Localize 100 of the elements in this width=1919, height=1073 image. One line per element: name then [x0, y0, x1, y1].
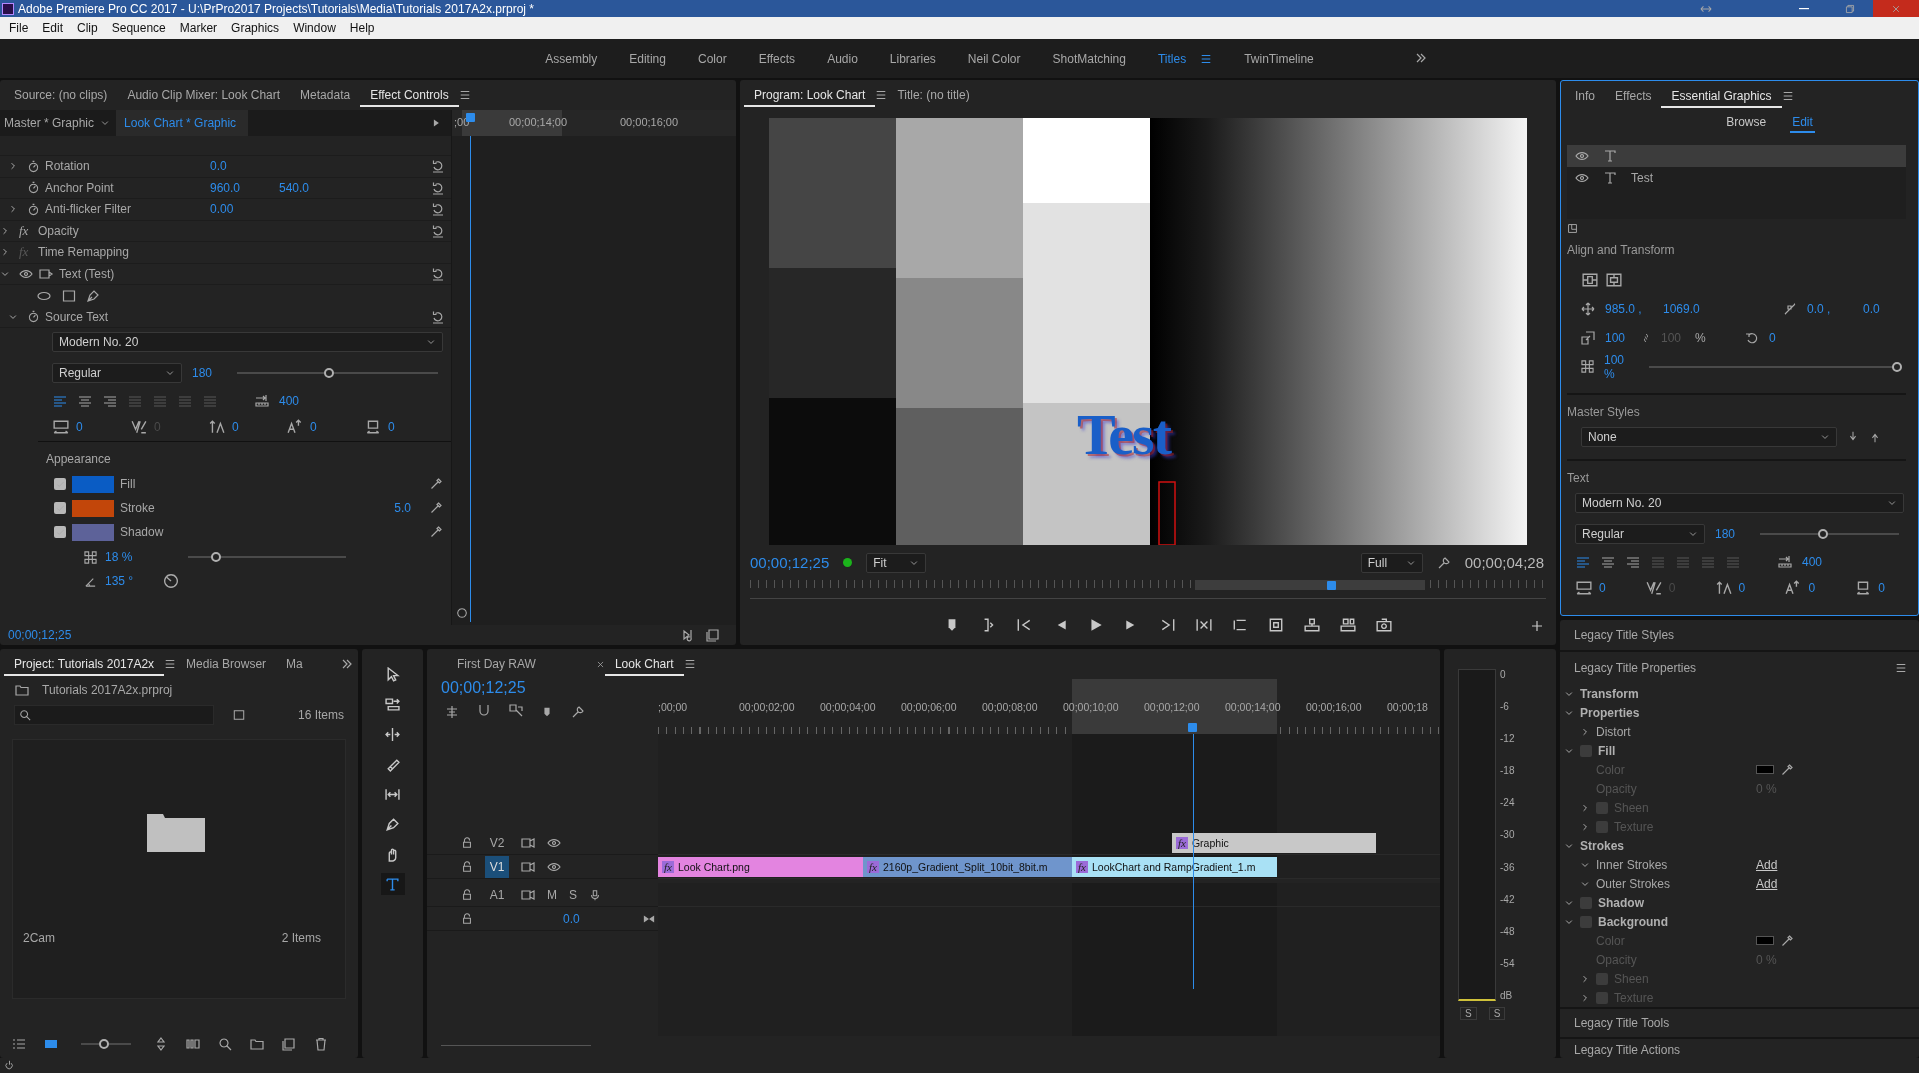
metric-value[interactable]: 0 [1878, 581, 1885, 595]
align-text-icon[interactable] [102, 394, 118, 408]
metric-value[interactable]: 0 [1738, 581, 1746, 595]
chevron-icon[interactable] [1580, 726, 1590, 737]
chevron-icon[interactable] [0, 247, 10, 258]
overflow-icon[interactable] [340, 657, 354, 671]
lock-icon[interactable] [461, 888, 473, 901]
mode-tab[interactable]: Edit [1790, 113, 1815, 133]
color-swatch[interactable] [72, 499, 114, 517]
reset-icon[interactable] [431, 223, 445, 238]
slider-thumb[interactable] [324, 368, 335, 378]
checkbox[interactable] [54, 478, 66, 490]
close-icon[interactable] [595, 659, 605, 669]
lock-icon[interactable] [461, 836, 473, 849]
stopwatch-icon[interactable] [27, 202, 40, 216]
pen-icon[interactable] [86, 288, 100, 303]
panel-header[interactable]: Legacy Title Properties [1574, 661, 1697, 675]
search-field[interactable] [14, 705, 214, 725]
wrench-icon[interactable] [571, 704, 585, 719]
track-label[interactable]: A1 [485, 883, 509, 906]
overflow-icon[interactable] [1414, 51, 1428, 65]
font-size-value[interactable]: 180 [192, 366, 222, 380]
workspace-tab[interactable]: Editing [613, 39, 682, 78]
menu-item[interactable]: Edit [35, 21, 71, 35]
new-layer-icon[interactable] [1567, 223, 1578, 234]
push-up-icon[interactable] [1869, 431, 1881, 443]
shadow-opacity-value[interactable]: 18 % [105, 550, 175, 564]
menu-icon[interactable] [458, 89, 471, 101]
menu-item[interactable]: Window [286, 21, 343, 35]
sync-lock-icon[interactable] [521, 835, 535, 850]
playhead-marker[interactable] [1327, 581, 1336, 591]
panel-header[interactable]: Legacy Title Styles [1560, 620, 1919, 652]
wrench-icon[interactable] [1436, 555, 1451, 570]
workspace-tab[interactable]: Color [681, 39, 743, 78]
clip[interactable]: fx 2160p_Gradient_Split_10bit_8bit.m [863, 857, 1072, 877]
play-in-to-out-icon[interactable] [1196, 617, 1212, 634]
eye-icon[interactable] [1575, 171, 1589, 185]
slider-thumb[interactable] [98, 1039, 109, 1049]
menu-icon[interactable] [875, 89, 888, 101]
align-text-icon[interactable] [1625, 555, 1641, 569]
menu-item[interactable]: Clip [70, 21, 105, 35]
panel-tab[interactable]: Media Browser [176, 652, 277, 676]
rotation-value[interactable]: 0 [1769, 330, 1807, 345]
add-button-icon[interactable] [1530, 618, 1544, 633]
metric-value[interactable]: 0 [76, 420, 83, 434]
panel-tab[interactable]: Title: (no title) [887, 83, 980, 107]
rectangle-mask-icon[interactable] [62, 288, 76, 303]
workspace-tab[interactable]: Assembly [529, 39, 614, 78]
time-ruler[interactable]: ;00;00 00;00;02;00 00;00;04;00 00;00;06;00 00;00;08;00 00;00;10;00 00;00;12;00 00;00;14;00 00;00;16;00 00;00;18 [658, 679, 1440, 734]
slider-thumb[interactable] [1817, 529, 1828, 539]
align-text-icon[interactable] [1600, 555, 1616, 569]
panel-header[interactable]: Legacy Title Actions [1574, 1043, 1681, 1057]
stopwatch-icon[interactable] [27, 159, 40, 173]
menu-icon[interactable] [683, 658, 696, 670]
icon-view-icon[interactable] [44, 1037, 58, 1051]
panel-tab[interactable]: Essential Graphics [1661, 84, 1782, 108]
workspace-tab[interactable]: TwinTimeline [1228, 39, 1330, 78]
color-swatch[interactable] [72, 475, 114, 493]
stopwatch-icon[interactable] [27, 181, 40, 195]
trash-icon[interactable] [314, 1037, 328, 1051]
workspace-tab[interactable]: Audio [811, 39, 874, 78]
master-style-dropdown[interactable]: None [1581, 427, 1837, 447]
workspace-tab[interactable]: Libraries [873, 39, 952, 78]
leading-value[interactable]: 400 [1802, 555, 1823, 569]
lock-icon[interactable] [461, 912, 473, 925]
mode-tab[interactable]: Browse [1724, 113, 1769, 133]
position-value[interactable]: 985.0 , [1605, 301, 1653, 316]
playhead-timecode[interactable]: 00;00;12;25 [750, 554, 830, 572]
metric-value[interactable]: 0 [1808, 581, 1816, 595]
find-icon[interactable] [218, 1037, 232, 1051]
timeline-timecode[interactable]: 00;00;12;25 [441, 679, 658, 697]
color-swatch[interactable] [72, 523, 114, 541]
panel-tab[interactable]: Effect Controls [360, 83, 459, 107]
checkbox[interactable] [1580, 896, 1592, 909]
metric-value[interactable]: 0 [232, 420, 239, 434]
menu-item[interactable]: Sequence [104, 21, 173, 35]
menu-item[interactable]: Help [342, 21, 382, 35]
list-view-icon[interactable] [12, 1037, 26, 1051]
workspace-tab[interactable]: Effects [742, 39, 812, 78]
font-style-dropdown[interactable]: Regular [1575, 524, 1705, 544]
panel-header[interactable]: Legacy Title Tools [1560, 1007, 1919, 1039]
font-dropdown[interactable]: Modern No. 20 [52, 332, 443, 352]
align-horizontal-icon[interactable] [1581, 271, 1599, 288]
leading-value[interactable]: 400 [279, 394, 300, 408]
panel-tab[interactable]: Program: Look Chart [744, 83, 876, 107]
new-item-icon[interactable] [282, 1037, 296, 1051]
master-clip-label[interactable]: Master * Graphic [4, 116, 95, 130]
export-icon[interactable] [706, 628, 720, 642]
slider-thumb[interactable] [211, 552, 222, 562]
workspace-tab[interactable]: Titles [1141, 39, 1229, 78]
nest-icon[interactable] [445, 704, 459, 719]
chevron-icon[interactable] [0, 225, 10, 236]
checkbox[interactable] [1580, 915, 1592, 928]
opacity-value[interactable]: 100 % [1604, 352, 1634, 381]
stopwatch-icon[interactable] [27, 310, 40, 324]
panel-tab[interactable]: Info [1565, 84, 1605, 108]
scale-value[interactable]: 100 [1605, 330, 1631, 345]
insert-icon[interactable] [1304, 617, 1320, 634]
menu-icon[interactable] [164, 658, 177, 670]
find-bin-icon[interactable] [232, 709, 246, 721]
